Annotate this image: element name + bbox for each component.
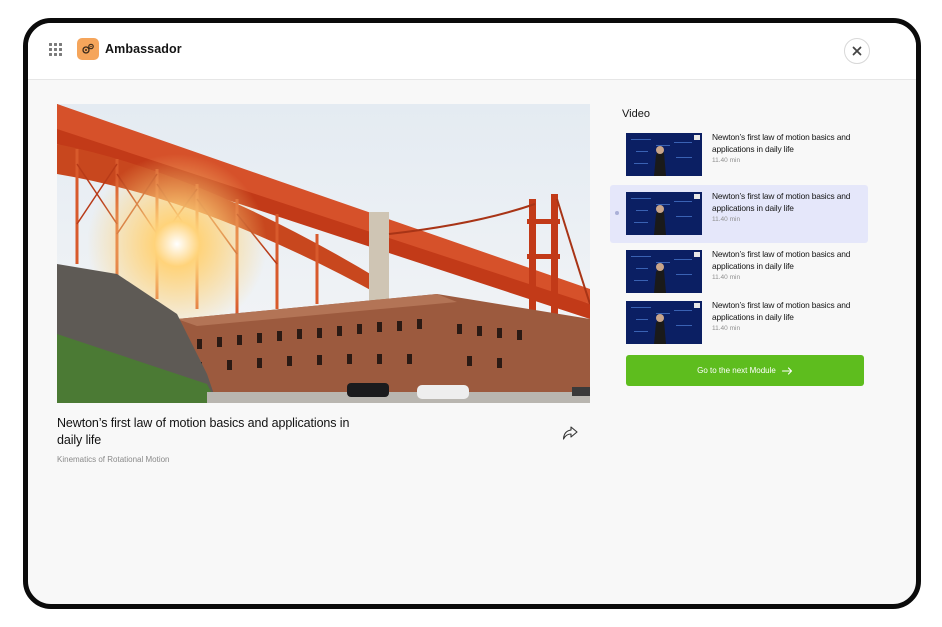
playlist-item[interactable]: Newton’s first law of motion basics and … [610,126,868,184]
video-thumbnail [626,192,702,235]
playlist-heading: Video [622,108,650,120]
grid-icon[interactable] [49,43,62,56]
gears-icon [77,38,99,60]
playlist-item-title: Newton’s first law of motion basics and … [712,132,851,154]
close-button[interactable] [844,38,870,64]
share-icon[interactable] [562,426,578,440]
video-thumbnail [626,301,702,344]
app-name: Ambassador [105,42,182,56]
close-icon [852,46,862,56]
video-title: Newton’s first law of motion basics and … [57,416,350,447]
video-subtitle: Kinematics of Rotational Motion [57,455,170,464]
playlist-item-duration: 11.40 min [712,157,741,164]
current-indicator [615,211,619,215]
app-window: Ambassador Newton’s first law of motion … [23,18,921,609]
playlist-item-title: Newton’s first law of motion basics and … [712,300,851,322]
playlist-item[interactable]: Newton’s first law of motion basics and … [610,243,868,301]
playlist-item-duration: 11.40 min [712,274,741,281]
playlist-item-active[interactable]: Newton’s first law of motion basics and … [610,185,868,243]
video-thumbnail [626,133,702,176]
next-module-button[interactable]: Go to the next Module [626,355,864,386]
playlist-item-title: Newton’s first law of motion basics and … [712,191,851,213]
top-bar: Ambassador [28,23,916,80]
playlist-item-duration: 11.40 min [712,325,741,332]
playlist-item-duration: 11.40 min [712,216,741,223]
video-player[interactable] [57,104,590,403]
playlist-item[interactable]: Newton’s first law of motion basics and … [610,294,868,352]
next-module-label: Go to the next Module [697,366,776,375]
playlist-item-title: Newton’s first law of motion basics and … [712,249,851,271]
arrow-right-icon [781,366,792,375]
video-thumbnail [626,250,702,293]
